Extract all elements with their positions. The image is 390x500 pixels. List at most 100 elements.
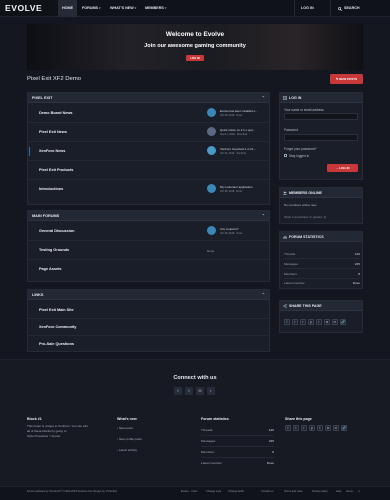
facebook-icon[interactable]: f — [284, 319, 290, 325]
terms-link[interactable]: Terms and rules — [284, 490, 302, 493]
tumblr-icon[interactable]: t — [316, 319, 322, 325]
sidebar-login-header: LOG IN — [280, 93, 362, 103]
twitter-icon[interactable]: t — [185, 387, 193, 395]
stay-logged-in-checkbox[interactable] — [284, 154, 287, 157]
site-logo[interactable]: EVOLVE — [5, 3, 42, 13]
email-icon[interactable]: ✉ — [332, 319, 338, 325]
nav-members[interactable]: MEMBERS▾ — [141, 0, 170, 17]
forgot-password-link[interactable]: Forgot your password? — [284, 147, 317, 151]
new-posts-button[interactable]: ✎ NEW POSTS — [330, 74, 363, 84]
forum-node[interactable]: Testing Grounds None — [28, 241, 269, 260]
nav-forums[interactable]: FORUMS▾ — [78, 0, 105, 17]
collapse-icon[interactable]: ⌃ — [262, 211, 265, 221]
reddit-icon[interactable]: r — [301, 425, 307, 431]
unread-indicator — [29, 147, 31, 156]
link-node[interactable]: Pixel Exit Main Site — [28, 302, 269, 319]
facebook-icon[interactable]: f — [285, 425, 291, 431]
forum-title[interactable]: Pixel Exit Products — [39, 168, 73, 172]
members-online-title: MEMBERS ONLINE — [289, 191, 322, 195]
sidebar-login-title: LOG IN — [289, 96, 302, 100]
rss-icon[interactable]: r — [207, 387, 215, 395]
new-profile-posts-link[interactable]: New profile posts — [119, 437, 142, 441]
facebook-icon[interactable]: f — [174, 387, 182, 395]
avatar[interactable] — [207, 226, 216, 235]
avatar[interactable] — [207, 108, 216, 117]
latest-member-link[interactable]: Dove — [267, 458, 274, 469]
home-link[interactable]: Home — [346, 490, 353, 493]
forum-node[interactable]: XenForo News XenForo Important 1.2.x/1..… — [28, 142, 269, 161]
last-post-meta: Oct 28, 2018 · Russ — [220, 189, 243, 193]
banner-login-button[interactable]: LOG IN — [186, 55, 204, 61]
forum-node[interactable]: Pixel Exit Products — [28, 161, 269, 180]
link-node[interactable]: XenForo Community — [28, 319, 269, 336]
footer-link[interactable]: › Latest activity — [117, 448, 137, 452]
footer-link[interactable]: › New posts — [117, 426, 133, 430]
forum-node[interactable]: Pixel Exit News Quick notice on 2.1.x up… — [28, 123, 269, 142]
forum-title[interactable]: General Discussion — [39, 229, 74, 233]
link-title[interactable]: Pixel Exit Main Site — [39, 308, 74, 312]
forum-node[interactable]: Introductions My moderator application O… — [28, 180, 269, 199]
change-style-link[interactable]: Change style — [206, 490, 221, 493]
link-node[interactable]: Pro-Sale Questions — [28, 336, 269, 353]
nav-search-button[interactable]: SEARCH — [330, 0, 363, 17]
collapse-icon[interactable]: ⌃ — [262, 93, 265, 103]
last-post-title[interactable]: Quick notice on 2.1.x upd... — [220, 128, 255, 132]
change-width-link[interactable]: Change width — [228, 490, 244, 493]
latest-activity-link[interactable]: Latest activity — [119, 448, 137, 452]
nav-home[interactable]: HOME — [58, 0, 78, 17]
pinterest-icon[interactable]: p — [309, 425, 315, 431]
forum-title[interactable]: Demo Board News — [39, 111, 73, 115]
password-input[interactable] — [284, 134, 358, 141]
new-posts-link[interactable]: New posts — [119, 426, 133, 430]
last-post-title[interactable]: XenForo Important 1.2.x/1... — [220, 147, 256, 151]
forum-node[interactable]: General Discussion Any coupons? Oct 28, … — [28, 222, 269, 241]
whatsapp-icon[interactable]: w — [325, 425, 331, 431]
forum-title[interactable]: Introductions — [39, 187, 63, 191]
username-input[interactable] — [284, 113, 358, 120]
rss-icon[interactable]: ⊙ — [358, 490, 360, 493]
twitter-icon[interactable]: t — [292, 319, 298, 325]
stat-row: Messages 225 — [284, 259, 360, 269]
connect-title: Connect with us — [173, 375, 217, 381]
category-header[interactable]: MAIN FORUMS ⌃ — [28, 211, 269, 221]
category-header[interactable]: LINKS ⌃ — [28, 290, 269, 300]
last-post-title[interactable]: My moderator application — [220, 185, 252, 189]
collapse-icon[interactable]: ⌃ — [262, 290, 265, 300]
avatar[interactable] — [207, 127, 216, 136]
forum-title[interactable]: XenForo News — [39, 149, 65, 153]
sidebar-login-button[interactable]: → LOG IN — [327, 164, 358, 172]
latest-member-link[interactable]: Dove — [353, 278, 360, 288]
pinterest-icon[interactable]: p — [308, 319, 314, 325]
nav-whats-new[interactable]: WHAT'S NEW▾ — [106, 0, 140, 17]
tumblr-icon[interactable]: t — [317, 425, 323, 431]
forum-title[interactable]: Testing Grounds — [39, 248, 69, 252]
nav-login-button[interactable]: LOG IN — [294, 0, 320, 17]
email-icon[interactable]: ✉ — [196, 387, 204, 395]
forum-node[interactable]: Page Assets — [28, 260, 269, 279]
link-icon[interactable]: 🔗 — [341, 425, 347, 431]
twitter-icon[interactable]: t — [293, 425, 299, 431]
avatar[interactable] — [207, 146, 216, 155]
email-icon[interactable]: ✉ — [333, 425, 339, 431]
forum-title[interactable]: Page Assets — [39, 267, 61, 271]
whatsapp-icon[interactable]: w — [324, 319, 330, 325]
last-post-title[interactable]: Any coupons? — [220, 227, 238, 231]
stat-label: Threads — [284, 252, 296, 256]
link-title[interactable]: XenForo Community — [39, 325, 76, 329]
forum-node[interactable]: Demo Board News Evolve has been installe… — [28, 104, 269, 123]
contact-us-link[interactable]: Contact us — [261, 490, 273, 493]
reddit-icon[interactable]: r — [300, 319, 306, 325]
help-link[interactable]: Help — [336, 490, 341, 493]
avatar[interactable] — [207, 184, 216, 193]
privacy-policy-link[interactable]: Privacy policy — [312, 490, 328, 493]
link-icon[interactable]: 🔗 — [340, 319, 346, 325]
copyright-text: Forum software by XenForo® © 2010-2019 X… — [27, 490, 117, 493]
category-header[interactable]: PIXEL EXIT ⌃ — [28, 93, 269, 103]
category-title: LINKS — [32, 293, 44, 297]
forum-title[interactable]: Pixel Exit News — [39, 130, 67, 134]
footer-link[interactable]: › New profile posts — [117, 437, 142, 441]
style-chooser-link[interactable]: Evolve · Color · — [181, 490, 199, 493]
stat-label: Threads: — [201, 428, 214, 432]
last-post-title[interactable]: Evolve has been installed o... — [220, 109, 258, 113]
link-title[interactable]: Pro-Sale Questions — [39, 342, 74, 346]
